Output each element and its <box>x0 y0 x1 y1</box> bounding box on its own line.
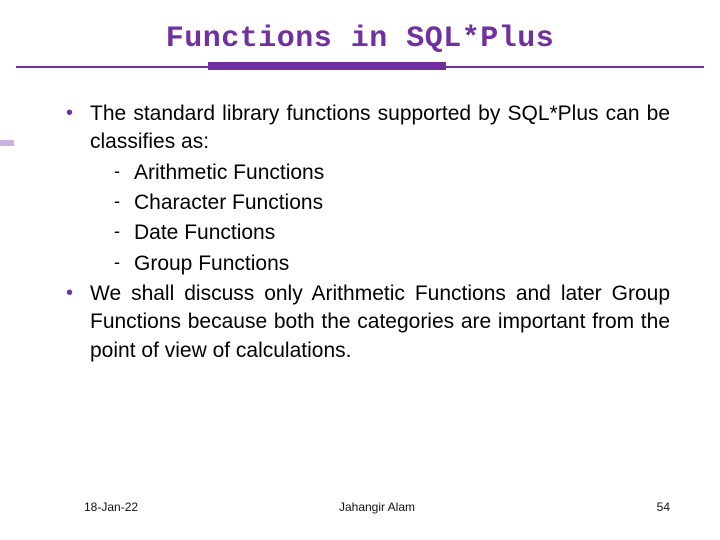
bullet-list: The standard library functions supported… <box>66 100 670 365</box>
sub-bullet-date: Date Functions <box>114 219 670 247</box>
divider-thick <box>208 62 446 70</box>
sub-bullet-group: Group Functions <box>114 250 670 278</box>
title-divider <box>0 62 720 72</box>
side-accent <box>0 140 14 146</box>
footer: 18-Jan-22 Jahangir Alam 54 <box>84 500 670 514</box>
footer-author: Jahangir Alam <box>84 500 670 514</box>
bullet-intro: The standard library functions supported… <box>66 100 670 157</box>
footer-date: 18-Jan-22 <box>84 500 138 514</box>
content-area: The standard library functions supported… <box>66 100 670 367</box>
sub-bullet-character: Character Functions <box>114 189 670 217</box>
slide: Functions in SQL*Plus The standard libra… <box>0 0 720 540</box>
slide-title: Functions in SQL*Plus <box>0 22 720 56</box>
sub-bullet-list: Arithmetic Functions Character Functions… <box>66 159 670 278</box>
footer-page: 54 <box>657 500 670 514</box>
sub-bullet-arithmetic: Arithmetic Functions <box>114 159 670 187</box>
bullet-discussion: We shall discuss only Arithmetic Functio… <box>66 280 670 365</box>
title-wrap: Functions in SQL*Plus <box>0 0 720 56</box>
